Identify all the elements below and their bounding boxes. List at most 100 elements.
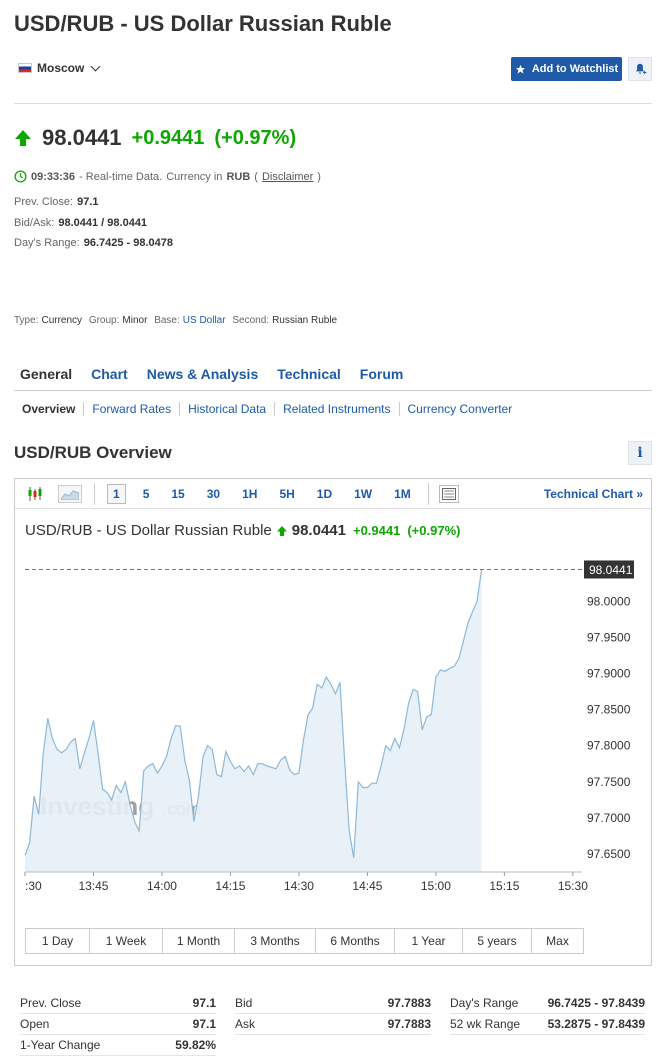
chart-header: USD/RUB - US Dollar Russian Ruble 98.044… [25, 522, 460, 539]
subtab-overview[interactable]: Overview [14, 402, 83, 416]
stats-column-1: Prev. Close 97.1 Open 97.1 1-Year Change 59… [20, 993, 216, 1056]
paren-close: ) [317, 170, 321, 183]
stat-prev-close: Prev. Close 97.1 [20, 993, 216, 1014]
base-label: Base: [154, 315, 180, 326]
range-6-months[interactable]: 6 Months [315, 929, 394, 953]
range-1-week[interactable]: 1 Week [89, 929, 162, 953]
price-change-pct: (+0.97%) [214, 126, 297, 149]
range-selector: 1 Day 1 Week 1 Month 3 Months 6 Months 1… [25, 928, 584, 954]
interval-1d[interactable]: 1D [312, 485, 337, 503]
overview-title: USD/RUB Overview [14, 443, 172, 462]
interval-5h[interactable]: 5H [274, 485, 299, 503]
location-label: Moscow [37, 61, 85, 75]
candlestick-icon[interactable] [24, 485, 46, 503]
interval-1h[interactable]: 1H [237, 485, 262, 503]
stat-bid: Bid 97.7883 [235, 993, 431, 1014]
y-tick-label: 97.8500 [587, 703, 631, 717]
arrow-up-icon [15, 130, 31, 146]
stat-label: Prev. Close [20, 996, 82, 1010]
subtab-currency-converter[interactable]: Currency Converter [398, 402, 521, 416]
group-label: Group: [88, 315, 120, 326]
interval-5[interactable]: 5 [138, 485, 155, 503]
price-chart[interactable]: Investing.com98.044198.000097.950097.900… [15, 550, 651, 900]
y-tick-label: 97.8000 [587, 739, 631, 753]
interval-1m[interactable]: 1M [389, 485, 416, 503]
sub-tabs: Overview Forward Rates Historical Data R… [14, 402, 520, 416]
prev-close-label: Prev. Close: [14, 196, 74, 208]
subtab-related-instruments[interactable]: Related Instruments [274, 402, 398, 416]
range-3-months[interactable]: 3 Months [234, 929, 315, 953]
x-tick-label: :30 [25, 879, 42, 893]
interval-1w[interactable]: 1W [349, 485, 377, 503]
table-view-icon[interactable] [438, 484, 459, 503]
stat-label: Bid [235, 996, 253, 1010]
current-price-label: 98.0441 [589, 563, 633, 577]
stat-open: Open 97.1 [20, 1014, 216, 1035]
toolbar-divider [427, 482, 429, 505]
tab-forum[interactable]: Forum [354, 366, 410, 382]
range-1-day[interactable]: 1 Day [26, 929, 89, 953]
location-selector[interactable]: Moscow [18, 61, 101, 75]
y-tick-label: 97.7500 [587, 775, 631, 789]
chart-price: 98.0441 [291, 522, 346, 539]
base-link[interactable]: US Dollar [183, 315, 226, 326]
main-tabs: General Chart News & Analysis Technical … [14, 366, 416, 382]
stat-ask: Ask 97.7883 [235, 1014, 431, 1035]
tab-news-analysis[interactable]: News & Analysis [141, 366, 265, 382]
stats-column-2: Bid 97.7883 Ask 97.7883 [235, 993, 431, 1035]
interval-15[interactable]: 15 [166, 485, 189, 503]
stat-label: Ask [235, 1017, 256, 1031]
chevron-down-icon [90, 61, 101, 71]
stat-label: 1-Year Change [20, 1038, 101, 1052]
x-tick-label: 15:30 [558, 879, 588, 893]
info-icon[interactable]: i [628, 441, 652, 465]
price-change: +0.9441 [131, 126, 205, 149]
prev-close-row: Prev. Close: 97.1 [14, 196, 99, 208]
tab-chart[interactable]: Chart [85, 366, 134, 382]
quote-time: 09:33:36 [31, 170, 76, 183]
y-tick-label: 97.6500 [587, 847, 631, 861]
stat-value: 96.7425 - 97.8439 [547, 996, 645, 1010]
days-range-value: 96.7425 - 98.0478 [83, 237, 174, 249]
stat-value: 59.82% [175, 1038, 216, 1052]
days-range-row: Day's Range: 96.7425 - 98.0478 [14, 237, 173, 249]
stat-label: 52 wk Range [450, 1017, 521, 1031]
subtab-historical-data[interactable]: Historical Data [179, 402, 274, 416]
y-tick-label: 97.9500 [587, 630, 631, 644]
disclaimer-link[interactable]: Disclaimer [262, 171, 313, 183]
bidask-label: Bid/Ask: [14, 217, 55, 229]
realtime-text: - Real-time Data. [79, 170, 163, 183]
technical-chart-link[interactable]: Technical Chart » [544, 487, 643, 501]
range-max[interactable]: Max [531, 929, 583, 953]
toolbar-divider [94, 482, 95, 505]
area-chart-icon[interactable] [58, 484, 82, 503]
tab-technical[interactable]: Technical [271, 366, 347, 382]
x-tick-label: 15:00 [421, 879, 451, 893]
second-label: Second: [232, 315, 270, 326]
range-1-month[interactable]: 1 Month [162, 929, 234, 953]
stat-label: Day's Range [450, 996, 519, 1010]
group-value: Minor [122, 315, 148, 326]
realtime-info: 09:33:36 - Real-time Data. Currency in R… [14, 170, 321, 183]
add-to-watchlist-button[interactable]: Add to Watchlist [511, 57, 622, 81]
last-price: 98.0441 [42, 125, 122, 150]
page-title: USD/RUB - US Dollar Russian Ruble [14, 11, 392, 36]
interval-1[interactable]: 1 [107, 483, 126, 504]
tab-general[interactable]: General [14, 366, 78, 382]
y-tick-label: 98.0000 [587, 594, 631, 608]
bell-plus-icon [635, 63, 647, 75]
subtab-forward-rates[interactable]: Forward Rates [83, 402, 179, 416]
chart-change: +0.9441 [352, 523, 401, 538]
interval-30[interactable]: 30 [202, 485, 225, 503]
alert-bell-button[interactable] [628, 57, 652, 81]
star-icon [515, 64, 525, 74]
range-1-year[interactable]: 1 Year [394, 929, 462, 953]
second-value: Russian Ruble [272, 315, 338, 326]
watchlist-label: Add to Watchlist [531, 63, 619, 75]
russia-flag-icon [18, 63, 32, 73]
x-tick-label: 14:00 [147, 879, 177, 893]
paren-open: ( [254, 170, 258, 183]
y-tick-label: 97.7000 [587, 811, 631, 825]
range-5-years[interactable]: 5 years [462, 929, 531, 953]
prev-close-value: 97.1 [77, 196, 99, 208]
